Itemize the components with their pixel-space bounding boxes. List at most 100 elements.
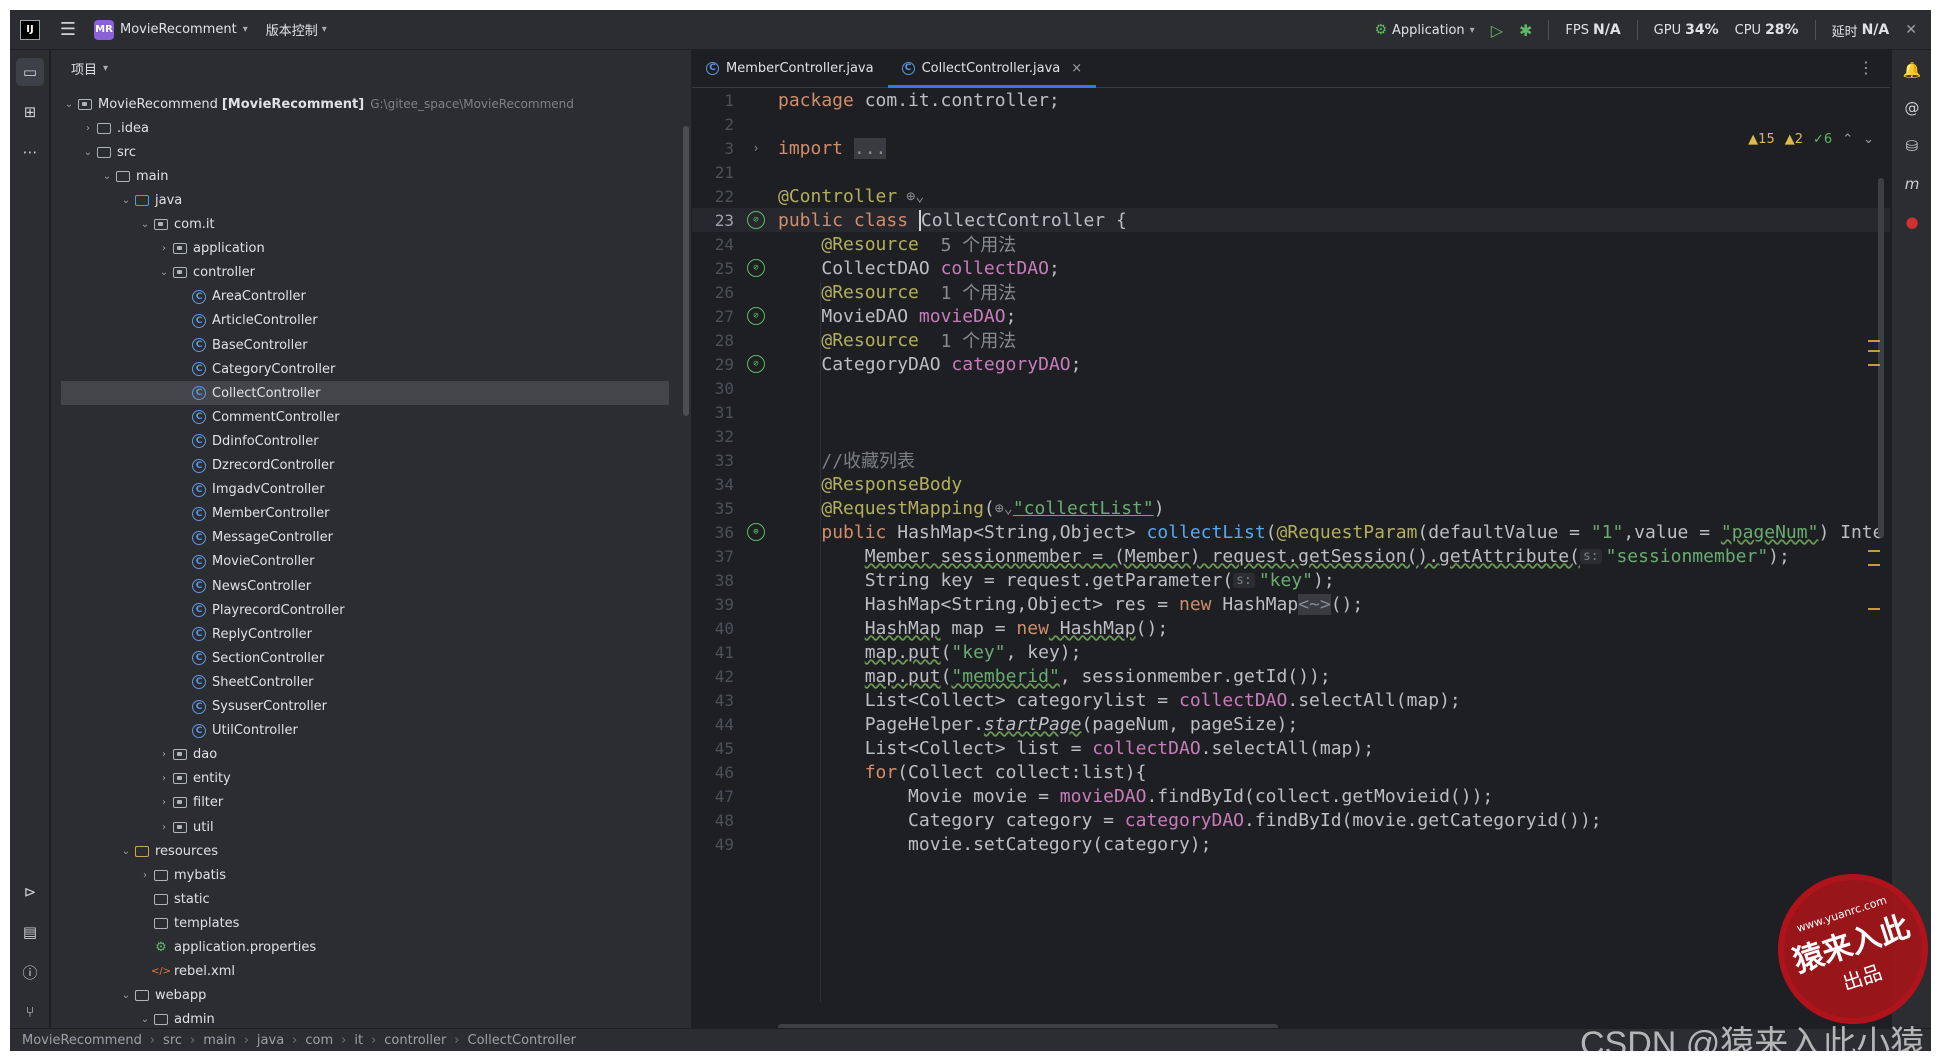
warning-stripe[interactable] [1868,364,1880,366]
tree-item[interactable]: ⌄ webapp [51,984,681,1008]
tree-item[interactable]: ⌄ com.it [51,213,681,237]
tree-item[interactable]: › dao [51,743,681,767]
tree-item[interactable]: C MovieController [51,550,681,574]
tree-item[interactable]: ⌄ java [51,188,681,212]
tree-item[interactable]: </> rebel.xml [51,960,681,984]
database-icon[interactable]: ⛁ [1898,132,1926,160]
warning-stripe[interactable] [1868,608,1880,610]
tree-item[interactable]: C SysuserController [51,695,681,719]
project-panel-header[interactable]: 项目 ▾ [51,50,691,86]
tree-item[interactable]: C DdinfoController [51,429,681,453]
chevron-right-icon[interactable]: › [137,870,153,881]
warning-stripe[interactable] [1868,350,1880,352]
chevron-down-icon[interactable]: ⌄ [80,147,96,158]
editor-vertical-scrollbar[interactable] [1878,178,1884,538]
project-tool-icon[interactable]: ▭ [16,58,44,86]
tree-item[interactable]: C MemberController [51,502,681,526]
web-endpoint-icon[interactable]: ⊕⌄ [897,187,924,205]
git-icon[interactable]: ⑂ [16,998,44,1026]
tree-item[interactable]: › application [51,237,681,261]
tree-item[interactable]: static [51,887,681,911]
main-menu-icon[interactable]: ☰ [50,19,86,40]
endpoint-gutter-icon[interactable]: ⊕ [747,523,765,541]
tree-item[interactable]: ⌄ MovieRecommend [MovieRecomment] G:\gitee_… [51,92,681,116]
chevron-right-icon[interactable]: › [156,243,172,254]
tree-item[interactable]: templates [51,911,681,935]
tab-member-controller[interactable]: C MemberController.java [692,49,888,87]
fold-chevron-icon[interactable]: › [734,141,778,155]
tree-item[interactable]: C DzrecordController [51,454,681,478]
tree-item[interactable]: › util [51,815,681,839]
chevron-down-icon[interactable]: ⌄ [118,195,134,206]
tree-item[interactable]: ⌄ resources [51,839,681,863]
tree-item[interactable]: ⌄ main [51,164,681,188]
chevron-down-icon[interactable]: ⌄ [156,267,172,278]
breadcrumb-item[interactable]: it [354,1033,363,1048]
tree-item[interactable]: C ArticleController [51,309,681,333]
usages-hint[interactable]: 1 个用法 [941,327,1017,353]
tree-item[interactable]: C CategoryController [51,357,681,381]
tree-item[interactable]: C ReplyController [51,622,681,646]
tree-item[interactable]: › filter [51,791,681,815]
chevron-down-icon[interactable]: ⌄ [118,990,134,1001]
vcs-widget[interactable]: 版本控制 ▾ [256,16,337,44]
chevron-down-icon[interactable]: ⌄ [137,1014,153,1025]
chevron-down-icon[interactable]: ⌄ [99,171,115,182]
breadcrumb-item[interactable]: MovieRecommend [22,1033,142,1048]
terminal-icon[interactable]: ▤ [16,918,44,946]
more-tools-icon[interactable]: ⋯ [16,138,44,166]
tree-item[interactable]: C ImgadvController [51,478,681,502]
chevron-right-icon[interactable]: › [156,749,172,760]
project-scrollbar[interactable] [683,126,689,416]
chevron-down-icon[interactable]: ⌄ [137,219,153,230]
tree-item[interactable]: C CommentController [51,405,681,429]
chevron-right-icon[interactable]: › [156,797,172,808]
jrebel-icon[interactable]: ● [1898,208,1926,236]
chevron-down-icon[interactable]: ⌄ [118,846,134,857]
tree-item[interactable]: C MessageController [51,526,681,550]
chevron-right-icon[interactable]: › [156,822,172,833]
code-editor[interactable]: ▲15 ▲2 ✓6 ⌃ ⌄ 1 package com.it.controlle… [692,88,1890,1028]
intellij-logo-icon[interactable]: IJ [10,10,50,50]
spring-bean-icon[interactable]: ⊘ [747,355,765,373]
tab-options-icon[interactable]: ⋮ [1858,58,1874,77]
tree-item[interactable]: C CollectController [61,381,669,406]
project-selector[interactable]: MR MovieRecomment ▾ [86,16,256,44]
tree-item[interactable]: ⌄ src [51,140,681,164]
breadcrumb-item[interactable]: src [163,1033,182,1048]
tree-item[interactable]: › entity [51,767,681,791]
run-config-selector[interactable]: ⚙ Application ▾ [1374,22,1474,38]
spring-bean-icon[interactable]: ⊘ [747,259,765,277]
debug-icon[interactable]: ✱ [1519,21,1532,40]
tree-item[interactable]: C BaseController [51,333,681,357]
warning-stripe[interactable] [1868,340,1880,342]
tree-item[interactable]: ⚙ application.properties [51,936,681,960]
tree-item[interactable]: C AreaController [51,285,681,309]
chevron-right-icon[interactable]: › [156,773,172,784]
spring-bean-icon[interactable]: ⊘ [747,211,765,229]
close-icon[interactable]: ✕ [1905,22,1917,38]
usages-hint[interactable]: 5 个用法 [941,231,1017,257]
structure-tool-icon[interactable]: ⊞ [16,98,44,126]
tree-item[interactable]: ⌄ controller [51,261,681,285]
tree-item[interactable]: C SectionController [51,646,681,670]
tree-item[interactable]: C SheetController [51,670,681,694]
folded-imports[interactable]: ... [853,137,887,159]
warning-stripe[interactable] [1868,550,1880,552]
chevron-right-icon[interactable]: › [80,123,96,134]
warning-stripe[interactable] [1868,564,1880,566]
usages-hint[interactable]: 1 个用法 [941,279,1017,305]
notifications-icon[interactable]: 🔔 [1898,56,1926,84]
ai-assistant-icon[interactable]: @ [1898,94,1926,122]
close-icon[interactable]: × [1071,61,1082,76]
chevron-down-icon[interactable]: ⌄ [61,99,77,110]
maven-icon[interactable]: m [1898,170,1926,198]
breadcrumb-item[interactable]: com [305,1033,333,1048]
tree-item[interactable]: › mybatis [51,863,681,887]
tree-item[interactable]: › .idea [51,116,681,140]
tree-item[interactable]: C NewsController [51,574,681,598]
web-endpoint-icon[interactable]: ⊕⌄ [995,499,1013,517]
breadcrumb-item[interactable]: main [203,1033,235,1048]
tree-item[interactable]: C PlayrecordController [51,598,681,622]
run-icon[interactable]: ▷ [1491,21,1503,40]
